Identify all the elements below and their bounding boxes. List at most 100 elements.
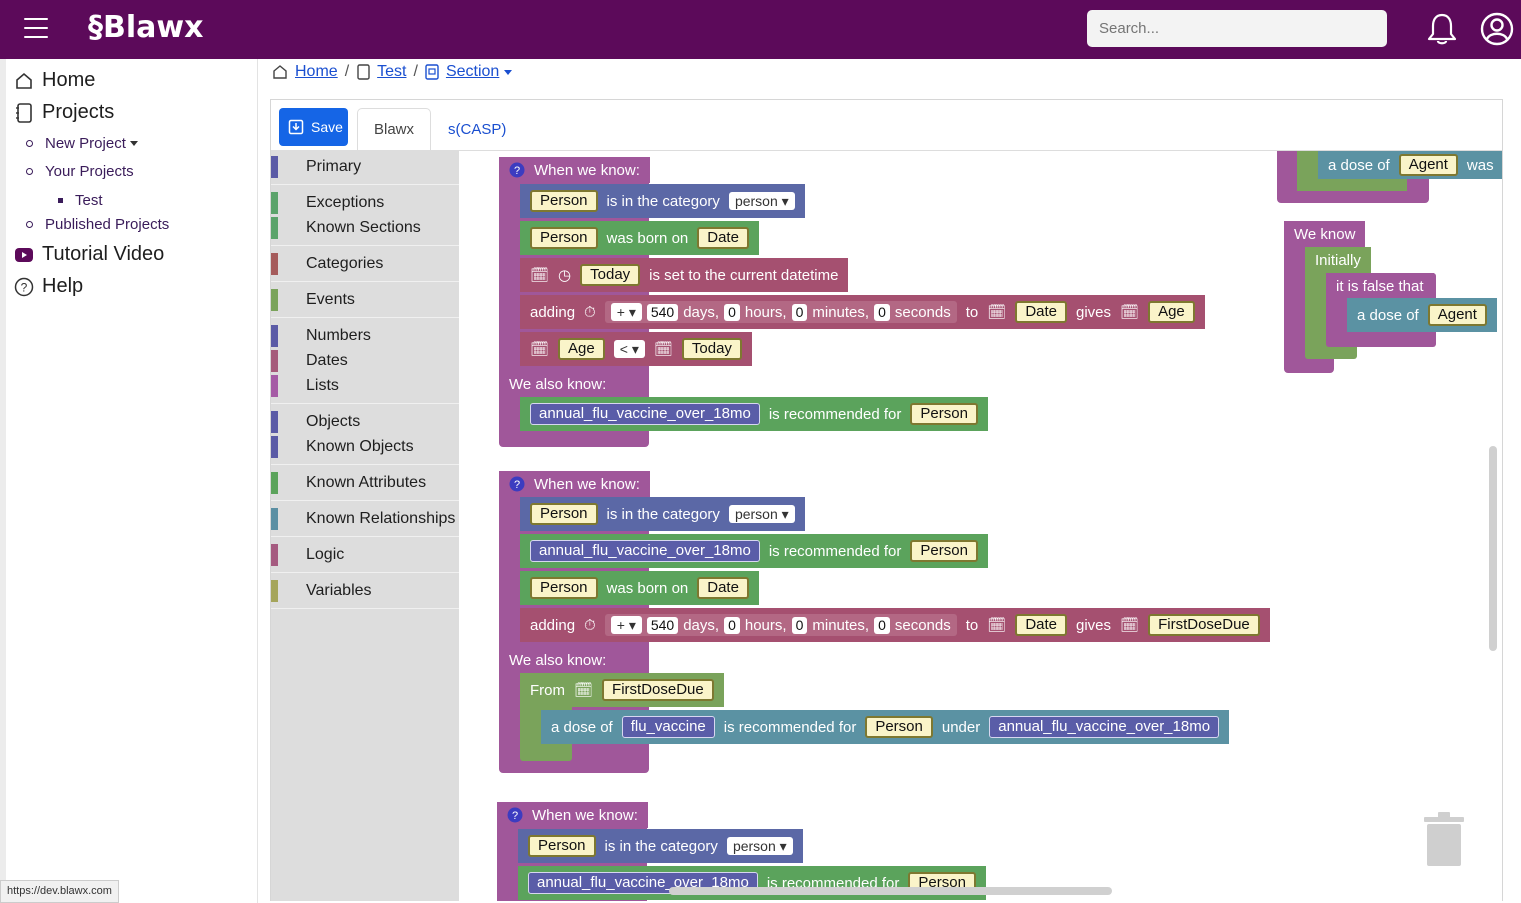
breadcrumb-home-link[interactable]: Home [295,63,338,81]
variable-age[interactable]: Age [1148,301,1195,323]
sidebar-item-home[interactable]: Home [14,69,95,92]
block-text: is recommended for [768,542,902,560]
variable-person[interactable]: Person [530,503,598,525]
date-comparison-block[interactable]: 🗓 Age < ▾ 🗓 Today [520,332,752,366]
partial-dose-block[interactable]: a dose of Agent was [1318,151,1502,179]
toolbox-category-primary[interactable]: Primary [271,156,459,178]
sidebar-item-help[interactable]: ? Help [14,275,83,298]
breadcrumb-test-link[interactable]: Test [377,63,406,81]
comparison-dropdown[interactable]: < ▾ [613,340,645,358]
category-dropdown[interactable]: person ▾ [728,192,795,210]
toolbox-category-categories[interactable]: Categories [271,253,459,275]
toolbox-category-lists[interactable]: Lists [271,375,459,397]
toolbox-category-known-objects[interactable]: Known Objects [271,436,459,458]
born-on-block[interactable]: Person was born on Date [520,571,759,605]
days-number[interactable]: 540 [646,616,679,634]
variable-date[interactable]: Date [1015,301,1067,323]
sidebar-item-published-projects[interactable]: Published Projects [26,216,169,233]
save-button[interactable]: Save [279,108,348,146]
days-number[interactable]: 540 [646,303,679,321]
sidebar-item-tutorial-video[interactable]: Tutorial Video [14,243,164,266]
hours-number[interactable]: 0 [724,616,740,634]
sidebar-item-projects[interactable]: Projects [14,101,114,124]
trash-can-icon[interactable] [1422,811,1466,872]
help-icon[interactable]: ? [509,162,525,178]
variable-person[interactable]: Person [910,540,978,562]
variable-agent[interactable]: Agent [1398,154,1458,176]
help-icon[interactable]: ? [507,807,523,823]
toolbox-category-events[interactable]: Events [271,289,459,311]
object-flu-vaccine[interactable]: flu_vaccine [621,716,715,738]
adding-duration-block[interactable]: adding ⏱ + ▾ 540 days, 0 hours, 0 minutes, … [520,295,1205,329]
minutes-number[interactable]: 0 [791,303,808,321]
sidebar-item-your-projects[interactable]: Your Projects [26,163,134,180]
app-logo[interactable]: §Blawx [88,10,203,45]
toolbox-category-numbers[interactable]: Numbers [271,325,459,347]
variable-person[interactable]: Person [530,190,598,212]
variable-date[interactable]: Date [1015,614,1067,636]
from-date-block[interactable]: From 🗓 FirstDoseDue [520,673,724,707]
category-block[interactable]: Person is in the category person ▾ [518,829,803,863]
object-annual-flu-vaccine[interactable]: annual_flu_vaccine_over_18mo [530,540,760,562]
notifications-bell-icon[interactable] [1426,12,1458,51]
sign-dropdown[interactable]: + ▾ [610,303,642,321]
dose-recommendation-block[interactable]: a dose of flu_vaccine is recommended for… [541,710,1230,744]
vertical-scrollbar[interactable] [1489,446,1497,651]
variable-today[interactable]: Today [580,264,641,286]
current-datetime-block[interactable]: 🗓 ◷ Today is set to the current datetime [520,258,849,292]
initially-block[interactable]: Initially [1305,247,1371,273]
duration-block[interactable]: + ▾ 540 days, 0 hours, 0 minutes, 0 seconds [604,614,957,636]
category-block[interactable]: Person is in the category person ▾ [520,184,805,218]
tab-scasp[interactable]: s(CASP) [432,108,522,151]
toolbox-category-known-relationships[interactable]: Known Relationships [271,508,459,530]
chevron-down-icon[interactable] [504,69,513,75]
variable-person[interactable]: Person [910,403,978,425]
object-annual-flu-vaccine[interactable]: annual_flu_vaccine_over_18mo [989,716,1220,738]
variable-person[interactable]: Person [528,835,596,857]
variable-date[interactable]: Date [697,577,749,599]
variable-first-dose-due[interactable]: FirstDoseDue [602,679,714,701]
seconds-number[interactable]: 0 [874,303,890,321]
recommendation-block[interactable]: annual_flu_vaccine_over_18mo is recommen… [520,534,988,568]
toolbox-category-known-attributes[interactable]: Known Attributes [271,472,459,494]
horizontal-scrollbar[interactable] [669,887,1112,895]
variable-person[interactable]: Person [530,227,598,249]
hamburger-menu-icon[interactable] [24,18,48,38]
toolbox-category-variables[interactable]: Variables [271,580,459,602]
toolbox-category-exceptions[interactable]: Exceptions [271,192,459,214]
blockly-workspace[interactable]: ? When we know: Person is in the categor… [459,151,1502,901]
category-block[interactable]: Person is in the category person ▾ [520,497,805,531]
tab-blawx[interactable]: Blawx [357,108,432,151]
variable-agent[interactable]: Agent [1427,304,1487,326]
help-icon[interactable]: ? [509,476,525,492]
breadcrumb-section-link[interactable]: Section [446,63,499,81]
recommendation-block[interactable]: annual_flu_vaccine_over_18mo is recommen… [520,397,988,431]
variable-person[interactable]: Person [530,577,598,599]
sidebar-item-new-project[interactable]: New Project [26,135,138,152]
sign-dropdown[interactable]: + ▾ [610,616,642,634]
category-dropdown[interactable]: person ▾ [726,837,793,855]
minutes-number[interactable]: 0 [791,616,808,634]
category-dropdown[interactable]: person ▾ [728,505,795,523]
search-input[interactable] [1087,10,1387,47]
variable-date[interactable]: Date [697,227,749,249]
duration-block[interactable]: + ▾ 540 days, 0 hours, 0 minutes, 0 seconds [604,301,957,323]
sidebar-item-label: Home [42,69,96,91]
variable-person[interactable]: Person [865,716,933,738]
seconds-number[interactable]: 0 [874,616,890,634]
born-on-block[interactable]: Person was born on Date [520,221,759,255]
toolbox-category-dates[interactable]: Dates [271,350,459,372]
variable-first-dose-due[interactable]: FirstDoseDue [1148,614,1260,636]
adding-duration-block[interactable]: adding ⏱ + ▾ 540 days, 0 hours, 0 minutes, … [520,608,1270,642]
user-account-icon[interactable] [1480,12,1514,51]
it-is-false-that-block[interactable]: it is false that [1326,273,1434,299]
toolbox-category-logic[interactable]: Logic [271,544,459,566]
variable-today[interactable]: Today [681,338,742,360]
sidebar-item-test[interactable]: Test [58,192,103,209]
toolbox-category-known-sections[interactable]: Known Sections [271,217,459,239]
dose-block[interactable]: a dose of Agent [1347,298,1497,332]
toolbox-category-objects[interactable]: Objects [271,411,459,433]
variable-age[interactable]: Age [558,338,605,360]
hours-number[interactable]: 0 [724,303,740,321]
object-annual-flu-vaccine[interactable]: annual_flu_vaccine_over_18mo [530,403,760,425]
